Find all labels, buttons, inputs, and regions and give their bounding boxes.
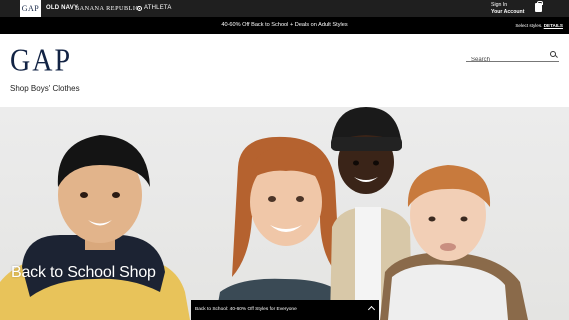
hero-title[interactable]: Back to School Shop [11,264,156,282]
brand-switcher-bar: GAP OLD NAVY BANANA REPUBLIC ATHLETA Sig… [0,0,569,17]
sign-in-link[interactable]: Sign In [491,2,524,9]
promo-details-link[interactable]: DETAILS [544,23,563,28]
brand-athleta-label: ATHLETA [144,5,172,11]
hero-banner[interactable]: Back to School Shop [0,107,569,320]
athleta-logo-icon [137,6,142,11]
promo-details: Select styles. DETAILS [515,17,563,34]
search-icon[interactable] [550,51,556,57]
hero-kid-center [215,136,348,320]
hero-kid-left [0,135,190,320]
sticky-promo-banner[interactable]: Back to School: 40-60% Off Styles for Ev… [191,300,379,320]
chevron-up-icon[interactable] [367,305,376,314]
hero-photo [0,107,528,320]
promo-exclusions: Select styles. [515,23,543,28]
brand-tab-gap[interactable]: GAP [20,0,41,17]
brand-tab-athleta[interactable]: ATHLETA [137,0,172,17]
search-input[interactable] [466,53,544,67]
brand-tab-banana-republic[interactable]: BANANA REPUBLIC [75,0,140,17]
page-title: Shop Boys' Clothes [10,84,80,93]
your-account-label[interactable]: Your Account [491,9,524,16]
search-box[interactable] [466,48,559,67]
promo-bar: 40-60% Off Back to School + Deals on Adu… [0,17,569,34]
brand-tab-old-navy[interactable]: OLD NAVY [46,0,78,17]
account-menu[interactable]: Sign In Your Account [491,2,524,16]
sticky-promo-text: Back to School: 40-60% Off Styles for Ev… [195,307,297,312]
shopping-bag-icon[interactable] [535,0,543,12]
gap-logo[interactable]: GAP [10,43,72,80]
promo-text[interactable]: 40-60% Off Back to School + Deals on Adu… [0,17,569,34]
